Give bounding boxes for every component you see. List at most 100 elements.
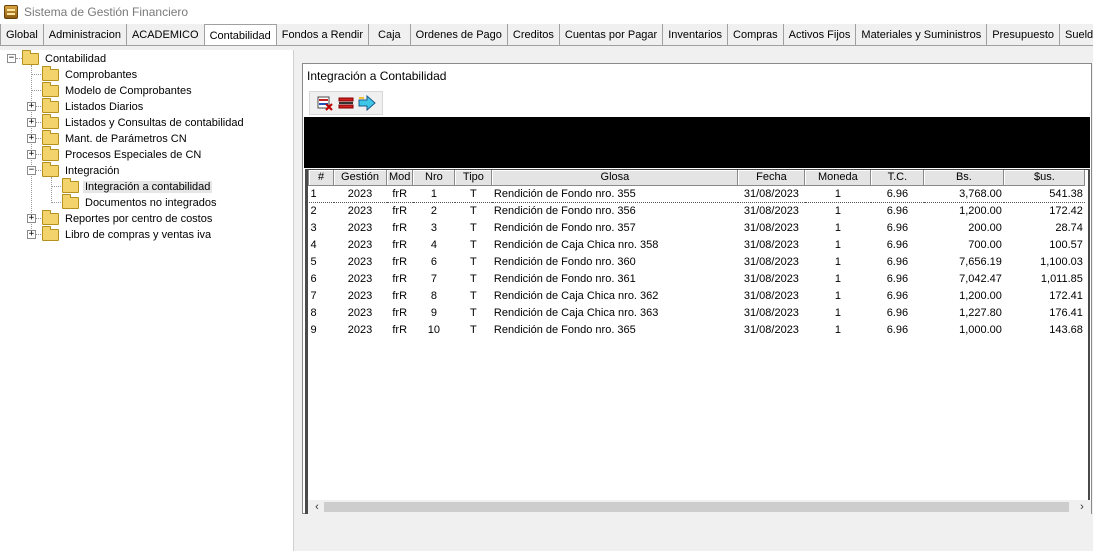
table-row[interactable]: 8 2023 frR 9 T Rendición de Caja Chica n… <box>309 304 1085 321</box>
tab-academico[interactable]: ACADEMICO <box>126 24 205 45</box>
column-header[interactable]: Fecha <box>737 170 806 186</box>
cell-glosa: Rendición de Fondo nro. 365 <box>493 323 636 336</box>
cell-fecha: 31/08/2023 <box>743 204 799 217</box>
expand-icon[interactable]: + <box>27 214 36 223</box>
cell-index: 8 <box>310 306 317 319</box>
scrollbar-thumb[interactable] <box>324 502 1069 512</box>
tree-node-documentos-no-integrados[interactable]: Documentos no integrados <box>62 194 218 211</box>
column-header[interactable]: T.C. <box>870 170 925 186</box>
main-tabs: Global Administracion ACADEMICO Contabil… <box>0 24 1093 46</box>
app-icon <box>4 5 18 19</box>
cell-glosa: Rendición de Fondo nro. 356 <box>493 204 636 217</box>
collapse-icon[interactable]: − <box>7 54 16 63</box>
window-panel-title: Integración a Contabilidad <box>307 69 447 83</box>
scroll-left-icon[interactable]: ‹ <box>310 500 324 514</box>
tree-node-integracion[interactable]: Integración <box>42 162 121 179</box>
cell-moneda: 1 <box>834 272 841 285</box>
cell-nro: 10 <box>427 323 441 336</box>
tab-cuentas-por-pagar[interactable]: Cuentas por Pagar <box>559 24 664 45</box>
tree-label: Procesos Especiales de CN <box>65 149 202 161</box>
cell-bs: 3,768.00 <box>923 184 1004 203</box>
tree-node-procesos-especiales[interactable]: Procesos Especiales de CN <box>42 146 203 163</box>
cell-tipo: T <box>470 238 477 251</box>
cell-mod: frR <box>392 204 408 217</box>
expand-icon[interactable]: + <box>27 102 36 111</box>
column-header[interactable]: # <box>308 170 334 186</box>
column-header[interactable]: Gestión <box>333 170 387 186</box>
select-remove-icon[interactable] <box>316 94 334 112</box>
expand-icon[interactable]: + <box>27 230 36 239</box>
cell-bs: 7,042.47 <box>959 272 1002 285</box>
tree-node-modelo-de-comprobantes[interactable]: Modelo de Comprobantes <box>42 82 194 99</box>
table-row[interactable]: 6 2023 frR 7 T Rendición de Fondo nro. 3… <box>309 270 1085 287</box>
folder-icon <box>42 130 59 145</box>
tree-node-reportes-por-centro-de-costos[interactable]: Reportes por centro de costos <box>42 210 214 227</box>
tree-node-comprobantes[interactable]: Comprobantes <box>42 66 139 83</box>
transfer-arrow-icon[interactable] <box>358 94 376 112</box>
tab-activos-fijos[interactable]: Activos Fijos <box>783 24 857 45</box>
tree-label: Listados Diarios <box>65 101 144 113</box>
cell-bs: 1,200.00 <box>959 289 1002 302</box>
data-grid[interactable]: # Gestión Mod Nro Tipo Glosa Fecha Moned… <box>305 169 1090 514</box>
table-row[interactable]: 4 2023 frR 4 T Rendición de Caja Chica n… <box>309 236 1085 253</box>
tree-node-mant-de-parametros[interactable]: Mant. de Parámetros CN <box>42 130 189 147</box>
expand-icon[interactable]: + <box>27 134 36 143</box>
column-header[interactable]: Bs. <box>923 170 1005 186</box>
cell-usd: 172.42 <box>1049 204 1083 217</box>
cell-gestion: 2023 <box>347 255 373 268</box>
tab-inventarios[interactable]: Inventarios <box>663 24 729 45</box>
tab-global[interactable]: Global <box>0 24 44 45</box>
cell-usd: 176.41 <box>1049 306 1083 319</box>
tab-materiales-y-suministros[interactable]: Materiales y Suministros <box>856 24 988 45</box>
expand-icon[interactable]: + <box>27 150 36 159</box>
cell-mod: frR <box>392 289 408 302</box>
delete-row-icon[interactable] <box>337 94 355 112</box>
table-row[interactable]: 5 2023 frR 6 T Rendición de Fondo nro. 3… <box>309 253 1085 270</box>
tab-creditos[interactable]: Creditos <box>507 24 560 45</box>
collapse-icon[interactable]: − <box>27 166 36 175</box>
cell-nro: 4 <box>430 238 437 251</box>
table-row[interactable]: 7 2023 frR 8 T Rendición de Caja Chica n… <box>309 287 1085 304</box>
tree-node-integracion-a-contabilidad[interactable]: Integración a contabilidad <box>62 178 213 195</box>
cell-tc: 6.96 <box>886 323 909 336</box>
tree-node-contabilidad[interactable]: Contabilidad <box>22 50 108 67</box>
tab-sueldos[interactable]: Sueldos <box>1060 24 1093 45</box>
table-row[interactable]: 9 2023 frR 10 T Rendición de Fondo nro. … <box>309 321 1085 338</box>
tree-node-libro-de-compras[interactable]: Libro de compras y ventas iva <box>42 226 213 243</box>
table-row[interactable]: 3 2023 frR 3 T Rendición de Fondo nro. 3… <box>309 219 1085 236</box>
cell-usd: 1,100.03 <box>1040 255 1083 268</box>
cell-gestion: 2023 <box>347 289 373 302</box>
folder-icon <box>62 178 79 193</box>
expand-icon[interactable]: + <box>27 118 36 127</box>
cell-glosa: Rendición de Fondo nro. 355 <box>491 184 738 203</box>
tab-fondos-a-rendir[interactable]: Fondos a Rendir <box>276 24 370 45</box>
tab-compras[interactable]: Compras <box>728 24 784 45</box>
column-header[interactable]: Moneda <box>804 170 872 186</box>
cell-tc: 6.96 <box>886 221 909 234</box>
title-bar: Sistema de Gestión Financiero <box>0 0 1093 24</box>
tree-node-listados-diarios[interactable]: Listados Diarios <box>42 98 145 115</box>
tree-label: Integración a contabilidad <box>83 181 213 193</box>
column-header[interactable]: Tipo <box>454 170 493 186</box>
tab-ordenes-de-pago[interactable]: Ordenes de Pago <box>410 24 508 45</box>
tab-contabilidad[interactable]: Contabilidad <box>204 24 277 45</box>
tab-caja[interactable]: Caja <box>369 24 411 45</box>
table-row[interactable]: 1 2023 frR 1 T Rendición de Fondo nro. 3… <box>308 184 1085 203</box>
tab-administracion[interactable]: Administracion <box>43 24 127 45</box>
tree-label: Documentos no integrados <box>85 197 217 209</box>
cell-usd: 143.68 <box>1049 323 1083 336</box>
horizontal-scrollbar[interactable]: ‹ › <box>308 500 1091 514</box>
column-header[interactable]: $us. <box>1003 170 1086 186</box>
folder-icon <box>42 66 59 81</box>
table-row[interactable]: 2 2023 frR 2 T Rendición de Fondo nro. 3… <box>309 202 1085 219</box>
column-header[interactable]: Glosa <box>491 170 739 186</box>
cell-tipo: T <box>470 204 477 217</box>
cell-tipo: T <box>470 255 477 268</box>
column-header[interactable]: Nro <box>412 170 456 186</box>
tab-presupuesto[interactable]: Presupuesto <box>987 24 1060 45</box>
tree-label: Mant. de Parámetros CN <box>65 133 187 145</box>
header-band <box>304 117 1090 168</box>
scroll-right-icon[interactable]: › <box>1075 500 1089 514</box>
tree-node-listados-y-consultas[interactable]: Listados y Consultas de contabilidad <box>42 114 246 131</box>
column-header[interactable]: Mod <box>385 170 414 186</box>
